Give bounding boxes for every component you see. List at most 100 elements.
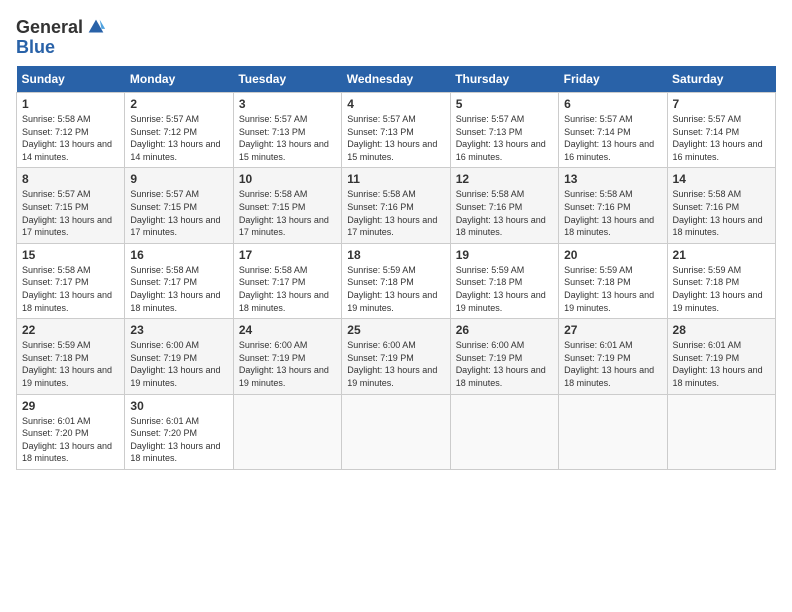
day-info: Sunrise: 5:59 AM Sunset: 7:18 PM Dayligh… bbox=[456, 264, 553, 314]
calendar-cell: 25 Sunrise: 6:00 AM Sunset: 7:19 PM Dayl… bbox=[342, 319, 450, 394]
calendar-cell bbox=[559, 394, 667, 469]
calendar-cell bbox=[450, 394, 558, 469]
day-number: 14 bbox=[673, 172, 770, 186]
day-number: 2 bbox=[130, 97, 227, 111]
calendar-cell: 22 Sunrise: 5:59 AM Sunset: 7:18 PM Dayl… bbox=[17, 319, 125, 394]
calendar-cell: 14 Sunrise: 5:58 AM Sunset: 7:16 PM Dayl… bbox=[667, 168, 775, 243]
day-info: Sunrise: 5:57 AM Sunset: 7:13 PM Dayligh… bbox=[347, 113, 444, 163]
day-info: Sunrise: 6:01 AM Sunset: 7:19 PM Dayligh… bbox=[564, 339, 661, 389]
day-number: 22 bbox=[22, 323, 119, 337]
calendar-cell: 21 Sunrise: 5:59 AM Sunset: 7:18 PM Dayl… bbox=[667, 243, 775, 318]
calendar-cell: 23 Sunrise: 6:00 AM Sunset: 7:19 PM Dayl… bbox=[125, 319, 233, 394]
weekday-header-thursday: Thursday bbox=[450, 66, 558, 93]
day-info: Sunrise: 5:58 AM Sunset: 7:12 PM Dayligh… bbox=[22, 113, 119, 163]
day-info: Sunrise: 5:57 AM Sunset: 7:13 PM Dayligh… bbox=[456, 113, 553, 163]
weekday-header-monday: Monday bbox=[125, 66, 233, 93]
calendar-cell bbox=[233, 394, 341, 469]
day-number: 5 bbox=[456, 97, 553, 111]
day-info: Sunrise: 5:57 AM Sunset: 7:13 PM Dayligh… bbox=[239, 113, 336, 163]
calendar-cell: 8 Sunrise: 5:57 AM Sunset: 7:15 PM Dayli… bbox=[17, 168, 125, 243]
day-info: Sunrise: 5:58 AM Sunset: 7:16 PM Dayligh… bbox=[347, 188, 444, 238]
day-info: Sunrise: 5:58 AM Sunset: 7:16 PM Dayligh… bbox=[456, 188, 553, 238]
day-number: 1 bbox=[22, 97, 119, 111]
calendar-cell: 27 Sunrise: 6:01 AM Sunset: 7:19 PM Dayl… bbox=[559, 319, 667, 394]
weekday-header-sunday: Sunday bbox=[17, 66, 125, 93]
day-info: Sunrise: 5:58 AM Sunset: 7:17 PM Dayligh… bbox=[130, 264, 227, 314]
calendar-cell: 9 Sunrise: 5:57 AM Sunset: 7:15 PM Dayli… bbox=[125, 168, 233, 243]
day-number: 19 bbox=[456, 248, 553, 262]
day-info: Sunrise: 6:00 AM Sunset: 7:19 PM Dayligh… bbox=[130, 339, 227, 389]
day-info: Sunrise: 5:58 AM Sunset: 7:17 PM Dayligh… bbox=[22, 264, 119, 314]
day-info: Sunrise: 6:01 AM Sunset: 7:19 PM Dayligh… bbox=[673, 339, 770, 389]
day-number: 7 bbox=[673, 97, 770, 111]
day-info: Sunrise: 5:57 AM Sunset: 7:14 PM Dayligh… bbox=[673, 113, 770, 163]
day-number: 9 bbox=[130, 172, 227, 186]
calendar-cell bbox=[342, 394, 450, 469]
day-number: 6 bbox=[564, 97, 661, 111]
calendar-cell: 4 Sunrise: 5:57 AM Sunset: 7:13 PM Dayli… bbox=[342, 93, 450, 168]
calendar-cell bbox=[667, 394, 775, 469]
calendar-cell: 18 Sunrise: 5:59 AM Sunset: 7:18 PM Dayl… bbox=[342, 243, 450, 318]
day-info: Sunrise: 5:57 AM Sunset: 7:15 PM Dayligh… bbox=[22, 188, 119, 238]
day-number: 23 bbox=[130, 323, 227, 337]
day-number: 27 bbox=[564, 323, 661, 337]
day-info: Sunrise: 6:01 AM Sunset: 7:20 PM Dayligh… bbox=[22, 415, 119, 465]
day-number: 28 bbox=[673, 323, 770, 337]
calendar-cell: 12 Sunrise: 5:58 AM Sunset: 7:16 PM Dayl… bbox=[450, 168, 558, 243]
calendar-cell: 6 Sunrise: 5:57 AM Sunset: 7:14 PM Dayli… bbox=[559, 93, 667, 168]
day-number: 20 bbox=[564, 248, 661, 262]
day-info: Sunrise: 5:58 AM Sunset: 7:16 PM Dayligh… bbox=[564, 188, 661, 238]
day-number: 30 bbox=[130, 399, 227, 413]
weekday-header-saturday: Saturday bbox=[667, 66, 775, 93]
day-number: 3 bbox=[239, 97, 336, 111]
day-info: Sunrise: 5:59 AM Sunset: 7:18 PM Dayligh… bbox=[347, 264, 444, 314]
weekday-header-tuesday: Tuesday bbox=[233, 66, 341, 93]
day-number: 11 bbox=[347, 172, 444, 186]
day-info: Sunrise: 6:01 AM Sunset: 7:20 PM Dayligh… bbox=[130, 415, 227, 465]
day-info: Sunrise: 5:57 AM Sunset: 7:14 PM Dayligh… bbox=[564, 113, 661, 163]
day-info: Sunrise: 6:00 AM Sunset: 7:19 PM Dayligh… bbox=[347, 339, 444, 389]
day-number: 4 bbox=[347, 97, 444, 111]
calendar-cell: 10 Sunrise: 5:58 AM Sunset: 7:15 PM Dayl… bbox=[233, 168, 341, 243]
logo-general: General bbox=[16, 18, 83, 36]
day-info: Sunrise: 6:00 AM Sunset: 7:19 PM Dayligh… bbox=[456, 339, 553, 389]
day-number: 13 bbox=[564, 172, 661, 186]
day-number: 29 bbox=[22, 399, 119, 413]
calendar-cell: 5 Sunrise: 5:57 AM Sunset: 7:13 PM Dayli… bbox=[450, 93, 558, 168]
day-number: 21 bbox=[673, 248, 770, 262]
day-info: Sunrise: 5:58 AM Sunset: 7:16 PM Dayligh… bbox=[673, 188, 770, 238]
day-info: Sunrise: 6:00 AM Sunset: 7:19 PM Dayligh… bbox=[239, 339, 336, 389]
calendar-cell: 1 Sunrise: 5:58 AM Sunset: 7:12 PM Dayli… bbox=[17, 93, 125, 168]
calendar-cell: 16 Sunrise: 5:58 AM Sunset: 7:17 PM Dayl… bbox=[125, 243, 233, 318]
day-number: 18 bbox=[347, 248, 444, 262]
calendar-cell: 29 Sunrise: 6:01 AM Sunset: 7:20 PM Dayl… bbox=[17, 394, 125, 469]
day-number: 8 bbox=[22, 172, 119, 186]
calendar-table: SundayMondayTuesdayWednesdayThursdayFrid… bbox=[16, 66, 776, 470]
calendar-cell: 15 Sunrise: 5:58 AM Sunset: 7:17 PM Dayl… bbox=[17, 243, 125, 318]
day-number: 12 bbox=[456, 172, 553, 186]
logo-icon bbox=[85, 16, 107, 38]
day-number: 10 bbox=[239, 172, 336, 186]
calendar-cell: 28 Sunrise: 6:01 AM Sunset: 7:19 PM Dayl… bbox=[667, 319, 775, 394]
day-info: Sunrise: 5:57 AM Sunset: 7:15 PM Dayligh… bbox=[130, 188, 227, 238]
calendar-cell: 30 Sunrise: 6:01 AM Sunset: 7:20 PM Dayl… bbox=[125, 394, 233, 469]
day-info: Sunrise: 5:57 AM Sunset: 7:12 PM Dayligh… bbox=[130, 113, 227, 163]
calendar-cell: 13 Sunrise: 5:58 AM Sunset: 7:16 PM Dayl… bbox=[559, 168, 667, 243]
day-number: 15 bbox=[22, 248, 119, 262]
day-info: Sunrise: 5:58 AM Sunset: 7:15 PM Dayligh… bbox=[239, 188, 336, 238]
day-number: 25 bbox=[347, 323, 444, 337]
weekday-header-friday: Friday bbox=[559, 66, 667, 93]
calendar-cell: 24 Sunrise: 6:00 AM Sunset: 7:19 PM Dayl… bbox=[233, 319, 341, 394]
calendar-cell: 26 Sunrise: 6:00 AM Sunset: 7:19 PM Dayl… bbox=[450, 319, 558, 394]
day-info: Sunrise: 5:59 AM Sunset: 7:18 PM Dayligh… bbox=[673, 264, 770, 314]
calendar-cell: 7 Sunrise: 5:57 AM Sunset: 7:14 PM Dayli… bbox=[667, 93, 775, 168]
calendar-cell: 2 Sunrise: 5:57 AM Sunset: 7:12 PM Dayli… bbox=[125, 93, 233, 168]
page-header: General Blue bbox=[16, 16, 776, 56]
day-number: 26 bbox=[456, 323, 553, 337]
logo-blue: Blue bbox=[16, 38, 55, 56]
day-number: 16 bbox=[130, 248, 227, 262]
day-info: Sunrise: 5:59 AM Sunset: 7:18 PM Dayligh… bbox=[564, 264, 661, 314]
calendar-cell: 3 Sunrise: 5:57 AM Sunset: 7:13 PM Dayli… bbox=[233, 93, 341, 168]
day-info: Sunrise: 5:58 AM Sunset: 7:17 PM Dayligh… bbox=[239, 264, 336, 314]
calendar-cell: 20 Sunrise: 5:59 AM Sunset: 7:18 PM Dayl… bbox=[559, 243, 667, 318]
